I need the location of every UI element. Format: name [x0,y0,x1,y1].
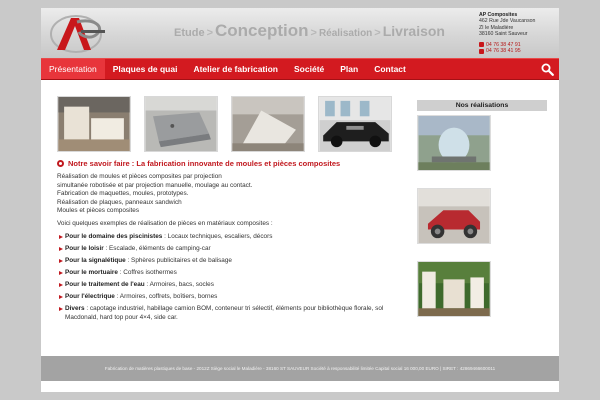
domain-detail: : Locaux techniques, escaliers, décors [162,233,273,240]
domain-detail: : Armoires, bacs, socles [144,280,214,288]
nav-item-presentation[interactable]: Présentation [41,59,105,79]
nav-item-atelier[interactable]: Atelier de fabrication [185,59,286,79]
photo-race-car[interactable] [318,96,392,152]
tagline-etude: Etude [174,27,205,39]
list-item: Pour le mortuaire : Coffres isothermes [59,269,389,278]
domain-detail: : Sphères publicitaires et de balisage [125,256,232,264]
footer: Fabrication de matières plastiques de ba… [41,356,559,381]
photo-mold-workshop[interactable] [57,96,131,152]
domain-label: Pour le traitement de l'eau [65,280,145,288]
nav-item-plan[interactable]: Plan [332,59,366,79]
domain-detail: : Coffres isothermes [117,268,177,276]
arrow-bullet-icon [59,294,63,299]
tagline-separator: > [206,27,213,39]
intro-line: Réalisation de plaques, panneaux sandwic… [57,198,182,206]
intro-line: Fabrication de maquettes, moules, protot… [57,190,189,198]
arrow-bullet-icon [59,306,63,311]
domains-list: Pour le domaine des piscinistes : Locaux… [59,233,389,325]
tagline-separator: > [310,27,317,39]
tagline-livraison: Livraison [382,23,445,39]
arrow-bullet-icon [59,235,63,239]
search-icon[interactable] [541,63,554,76]
photo-metal-parts[interactable] [144,96,218,152]
nav-item-societe[interactable]: Société [286,59,332,79]
main-nav: Présentation Plaques de quai Atelier de … [41,58,559,80]
intro-line: Moules et pièces composites [57,207,140,215]
process-tagline: Etude > Conception > Réalisation > Livra… [174,21,445,51]
tagline-conception: Conception [215,21,309,40]
realisation-panels-photo[interactable] [417,261,491,317]
list-item: Pour l'électrique : Armoires, coffrets, … [59,293,389,302]
contact-block: AP Composites 462 Rue Jde Vaucanson ZI l… [479,12,557,54]
list-item: Divers : capotage industriel, habillage … [59,305,389,322]
examples-intro: Voici quelques exemples de réalisation d… [57,220,273,227]
nav-item-contact[interactable]: Contact [366,59,414,79]
section-title-text: Notre savoir faire : La fabrication inno… [68,159,341,168]
intro-text: Réalisation de moules et pièces composit… [57,173,387,216]
photo-composite-panel[interactable] [231,96,305,152]
intro-line: Réalisation de moules et pièces composit… [57,173,222,180]
section-bullet-icon [57,160,64,167]
address-city: 38160 Saint Sauveur [479,31,528,38]
nav-item-plaques-de-quai[interactable]: Plaques de quai [105,59,186,79]
header: Etude > Conception > Réalisation > Livra… [41,8,559,58]
domain-label: Divers [65,304,85,312]
realisation-sidecar-photo[interactable] [417,188,491,244]
section-title: Notre savoir faire : La fabrication inno… [57,159,340,168]
arrow-bullet-icon [59,258,63,263]
page: Etude > Conception > Réalisation > Livra… [41,8,559,392]
arrow-bullet-icon [59,282,63,287]
domain-detail: : capotage industriel, habillage camion … [65,304,384,321]
tagline-separator: > [374,27,381,39]
domain-detail: : Armoires, coffrets, boîtiers, bornes [114,292,218,300]
list-item: Pour le domaine des piscinistes : Locaux… [59,233,389,242]
phone-icon [479,42,484,48]
arrow-bullet-icon [59,270,63,275]
list-item: Pour la signalétique : Sphères publicita… [59,257,389,266]
sidebar-title: Nos réalisations [417,100,547,111]
ap-composites-logo[interactable] [49,12,107,54]
fax-row: 04 76 38 41 95 [479,48,557,54]
list-item: Pour le traitement de l'eau : Armoires, … [59,281,389,290]
domain-detail: : Escalade, éléments de camping-car [103,244,211,252]
photo-gallery [57,96,392,152]
list-item: Pour le loisir : Escalade, éléments de c… [59,245,389,254]
domain-label: Pour la signalétique [65,256,126,264]
intro-line: simultanée robotisée et par projection m… [57,181,253,189]
tagline-realisation: Réalisation [318,28,373,39]
domain-label: Pour le domaine des piscinistes [65,233,163,240]
domain-label: Pour l'électrique [65,292,115,300]
domain-label: Pour le mortuaire [65,268,118,276]
fax-icon [479,48,484,54]
realisation-sphere-photo[interactable] [417,115,491,171]
arrow-bullet-icon [59,246,63,251]
realisations-sidebar: Nos réalisations [417,100,547,322]
domain-label: Pour le loisir [65,244,104,252]
content-area: Notre savoir faire : La fabrication inno… [41,80,559,356]
fax-number: 04 76 38 41 95 [486,48,521,55]
